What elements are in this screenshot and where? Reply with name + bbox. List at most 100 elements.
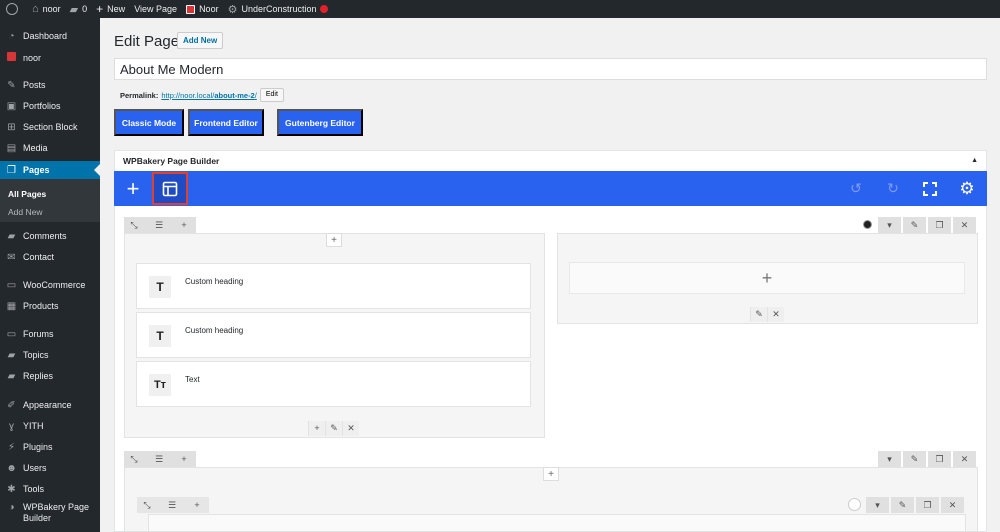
noor-plugin-link[interactable]: Noor [186,4,219,14]
sidebar-item-pages[interactable]: ❐ Pages [0,161,100,179]
row-delete-icon[interactable]: ✕ [953,217,976,233]
element-text[interactable]: Tт Text [136,361,531,407]
new-content-link[interactable]: + New [96,2,125,16]
noor-logo-icon [186,4,196,14]
row-color-indicator-icon [863,220,872,229]
site-name-link[interactable]: ⌂ noor [32,3,61,15]
edit-permalink-button[interactable]: Edit [259,88,284,102]
sidebar-item-noor[interactable]: noor [0,49,100,67]
sidebar-item-topics[interactable]: ▰ Topics [0,346,100,364]
row-add-icon[interactable]: + [187,500,207,510]
redo-icon[interactable]: ↻ [876,171,910,206]
add-element-icon[interactable]: + [116,171,150,206]
element-custom-heading-1[interactable]: T Custom heading [136,263,531,309]
permalink-link[interactable]: http://noor.local/about-me-2/ [161,91,256,100]
sidebar-item-products[interactable]: ▦ Products [0,297,100,315]
gear-icon: ⚙ [227,3,238,16]
row-clone-icon[interactable]: ❐ [928,217,951,233]
inner-row-clone-icon[interactable]: ❐ [916,497,939,513]
sidebar-item-contact[interactable]: ✉ Contact [0,248,100,266]
layout-template-icon [162,181,178,196]
brush-icon: ✐ [7,399,16,411]
row-add-icon[interactable]: + [174,220,194,230]
sidebar-item-comments[interactable]: ▰ Comments [0,227,100,245]
element-custom-heading-2[interactable]: T Custom heading [136,312,531,358]
noor-icon [6,52,17,64]
plugin-icon: ⚡ [7,441,16,453]
inner-row-edit-icon[interactable]: ✎ [891,497,914,513]
settings-gear-icon[interactable]: ⚙ [950,171,984,206]
heading-t-icon: T [149,325,171,347]
submenu-all-pages[interactable]: All Pages [0,189,100,199]
row-move-icon[interactable]: ⤡ [124,454,144,465]
fullscreen-icon[interactable] [913,171,947,206]
sidebar-item-wpbakery[interactable]: ◑ WPBakery Page Builder [0,502,100,526]
text-block-icon: Tт [149,374,171,396]
sidebar-item-posts[interactable]: ✎ Posts [0,76,100,94]
column-delete-icon[interactable]: ✕ [342,421,359,436]
sidebar-item-yith[interactable]: ɣ YITH [0,417,100,435]
user-icon: ☻ [6,462,17,474]
sidebar-item-portfolios[interactable]: ▣ Portfolios [0,97,100,115]
column-top-add-icon[interactable]: + [326,233,342,247]
gutenberg-editor-button[interactable]: Gutenberg Editor [277,109,363,136]
row-clone-icon[interactable]: ❐ [928,451,951,467]
sidebar-item-replies[interactable]: ▰ Replies [0,367,100,385]
sidebar-item-media[interactable]: ▤ Media [0,139,100,157]
heading-t-icon: T [149,276,171,298]
post-title-input[interactable] [114,58,987,80]
sidebar-item-dashboard[interactable]: ◔ Dashboard [0,27,100,45]
portfolio-icon: ▣ [6,100,17,112]
row-move-icon[interactable]: ⤡ [124,220,144,231]
row-toggle-icon[interactable]: ▾ [878,217,901,233]
dashboard-icon: ◔ [8,30,15,42]
view-page-link[interactable]: View Page [134,4,177,14]
column-edit-icon[interactable]: ✎ [325,421,342,436]
inner-row-controls: ⤡ ☰ + [137,497,209,513]
replies-icon: ▰ [7,370,16,382]
sidebar-item-woocommerce[interactable]: ▭ WooCommerce [0,276,100,294]
column-edit-icon[interactable]: ✎ [750,307,767,322]
inner-row-toggle-icon[interactable]: ▾ [866,497,889,513]
sidebar-item-plugins[interactable]: ⚡ Plugins [0,438,100,456]
row-controls: ⤡ ☰ + [124,451,196,467]
inner-row-delete-icon[interactable]: ✕ [941,497,964,513]
pin-icon: ✎ [7,79,16,91]
admin-sidebar: ◔ Dashboard noor ✎ Posts ▣ Portfolios ⊞ Sect… [0,18,100,532]
row-toggle-icon[interactable]: ▾ [878,451,901,467]
comments-link[interactable]: ▰ 0 [70,3,87,16]
under-construction-link[interactable]: ⚙ UnderConstruction [228,3,328,16]
row-layout-icon[interactable]: ☰ [144,454,174,465]
frontend-editor-button[interactable]: Frontend Editor [188,109,264,136]
sidebar-item-users[interactable]: ☻ Users [0,459,100,477]
topics-icon: ▰ [7,349,16,361]
column-add-icon[interactable]: + [308,421,325,436]
sidebar-item-appearance[interactable]: ✐ Appearance [0,396,100,414]
column-top-add-icon[interactable]: + [543,467,559,481]
wpbakery-toolbar: + ↺ ↻ ⚙ [114,171,987,206]
row-delete-icon[interactable]: ✕ [953,451,976,467]
column-delete-icon[interactable]: ✕ [767,307,784,322]
row-edit-icon[interactable]: ✎ [903,217,926,233]
yith-icon: ɣ [8,420,14,432]
row-move-icon[interactable]: ⤡ [137,500,157,511]
row-edit-icon[interactable]: ✎ [903,451,926,467]
submenu-add-new[interactable]: Add New [0,207,100,217]
classic-mode-button[interactable]: Classic Mode [114,109,184,136]
sidebar-item-forums[interactable]: ▭ Forums [0,325,100,343]
row-layout-icon[interactable]: ☰ [144,220,174,231]
wpbakery-header[interactable]: WPBakery Page Builder ▲ [114,150,987,171]
forums-icon: ▭ [6,328,17,340]
row-layout-icon[interactable]: ☰ [157,500,187,511]
row-add-icon[interactable]: + [174,454,194,464]
wpbakery-icon: ◑ [8,502,15,513]
wordpress-logo-icon[interactable] [6,3,18,15]
sidebar-item-tools[interactable]: ✱ Tools [0,480,100,498]
plus-icon: + [96,2,104,16]
empty-column-add-icon[interactable]: + [569,262,965,294]
templates-layout-button[interactable] [152,172,188,205]
undo-icon[interactable]: ↺ [839,171,873,206]
add-new-button[interactable]: Add New [177,32,224,49]
sidebar-item-section-block[interactable]: ⊞ Section Block [0,118,100,136]
collapse-toggle-icon[interactable]: ▲ [971,151,978,171]
